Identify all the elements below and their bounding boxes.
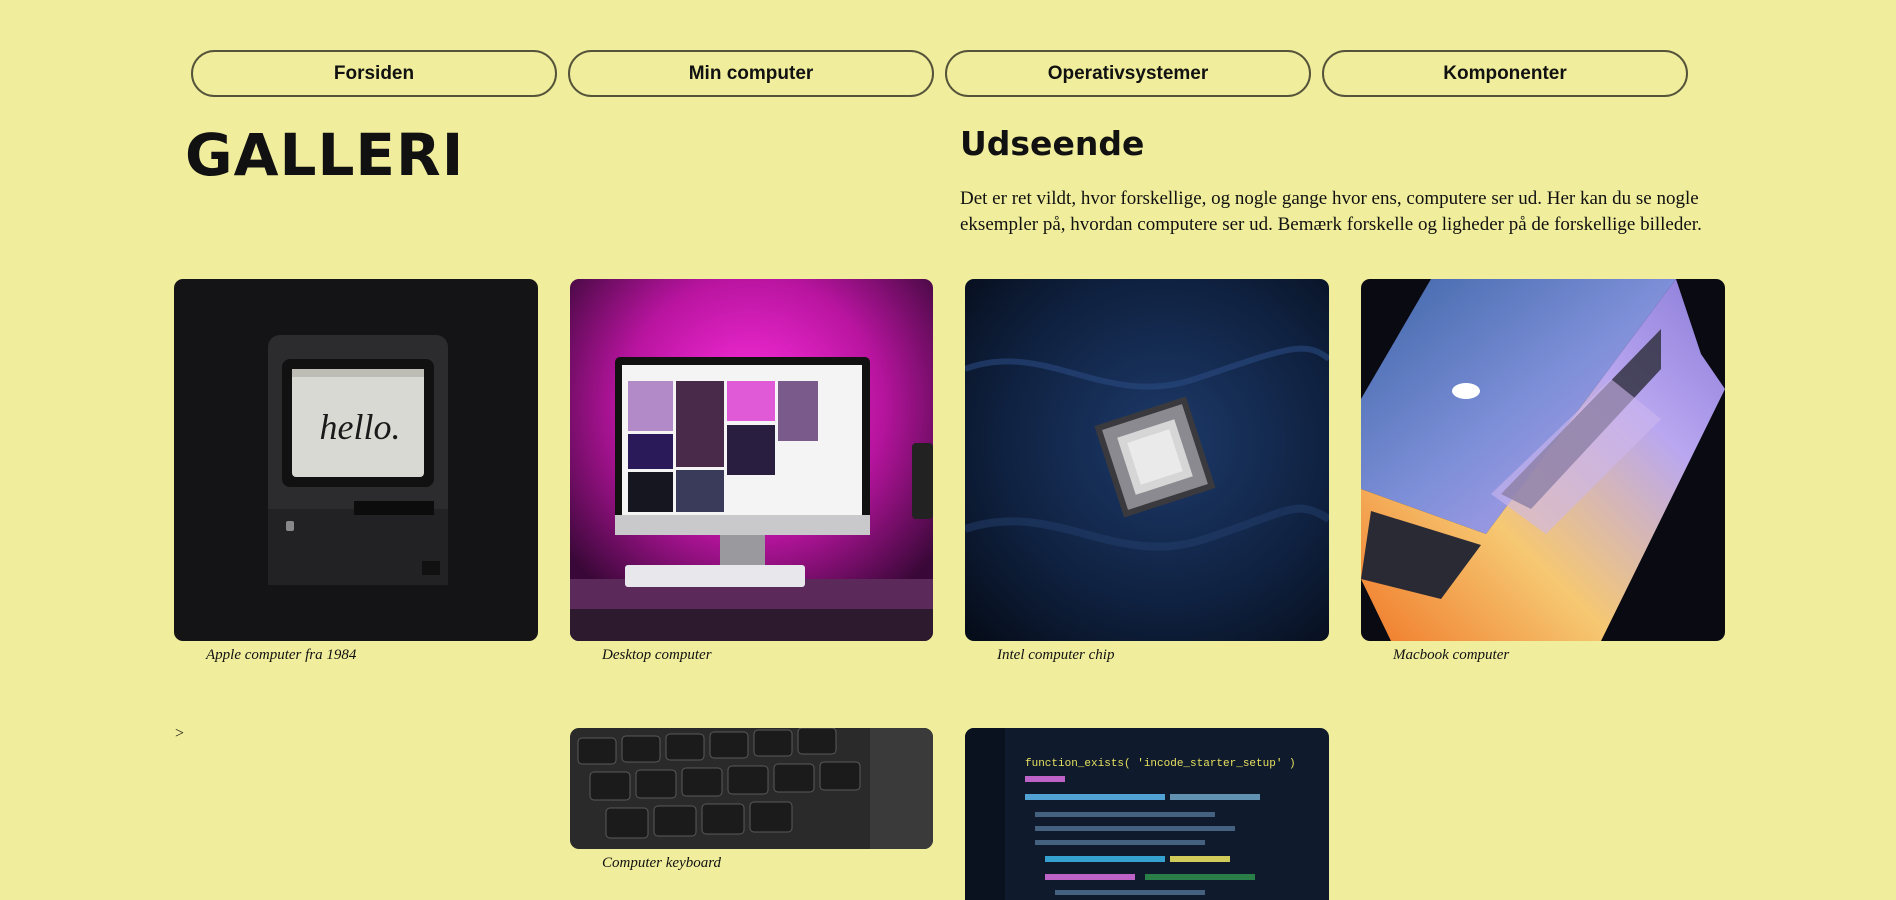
- gallery-image-code[interactable]: function_exists( 'incode_starter_setup' …: [965, 728, 1329, 900]
- nav-forsiden-button[interactable]: Forsiden: [191, 50, 557, 97]
- macbook-illustration: [1361, 279, 1725, 641]
- gallery-image-apple-1984[interactable]: hello.: [174, 279, 538, 641]
- desktop-computer-illustration: [570, 279, 933, 641]
- caption-intel-chip: Intel computer chip: [997, 647, 1115, 663]
- screen-hello-text: hello.: [320, 407, 401, 447]
- page-title: GALLERI: [185, 121, 465, 189]
- main-nav: Forsiden Min computer Operativsystemer K…: [191, 50, 1688, 97]
- apple-computer-illustration: hello.: [174, 279, 538, 641]
- caption-apple-1984: Apple computer fra 1984: [206, 647, 357, 663]
- keyboard-illustration: [570, 728, 933, 849]
- code-screen-illustration: function_exists( 'incode_starter_setup' …: [965, 728, 1329, 900]
- nav-komponenter-button[interactable]: Komponenter: [1322, 50, 1688, 97]
- stray-text: >: [175, 725, 185, 742]
- code-line-text: function_exists( 'incode_starter_setup' …: [1025, 758, 1296, 770]
- caption-keyboard: Computer keyboard: [602, 855, 722, 871]
- caption-desktop: Desktop computer: [602, 647, 712, 663]
- nav-operativsystemer-button[interactable]: Operativsystemer: [945, 50, 1311, 97]
- caption-macbook: Macbook computer: [1393, 647, 1510, 663]
- intro-text: Det er ret vildt, hvor forskellige, og n…: [960, 188, 1702, 235]
- gallery-image-macbook[interactable]: [1361, 279, 1725, 641]
- gallery-image-keyboard[interactable]: [570, 728, 933, 849]
- nav-min-computer-button[interactable]: Min computer: [568, 50, 934, 97]
- section-title: Udseende: [960, 124, 1145, 163]
- gallery-image-desktop[interactable]: [570, 279, 933, 641]
- gallery-image-intel-chip[interactable]: [965, 279, 1329, 641]
- intel-chip-illustration: [965, 279, 1329, 641]
